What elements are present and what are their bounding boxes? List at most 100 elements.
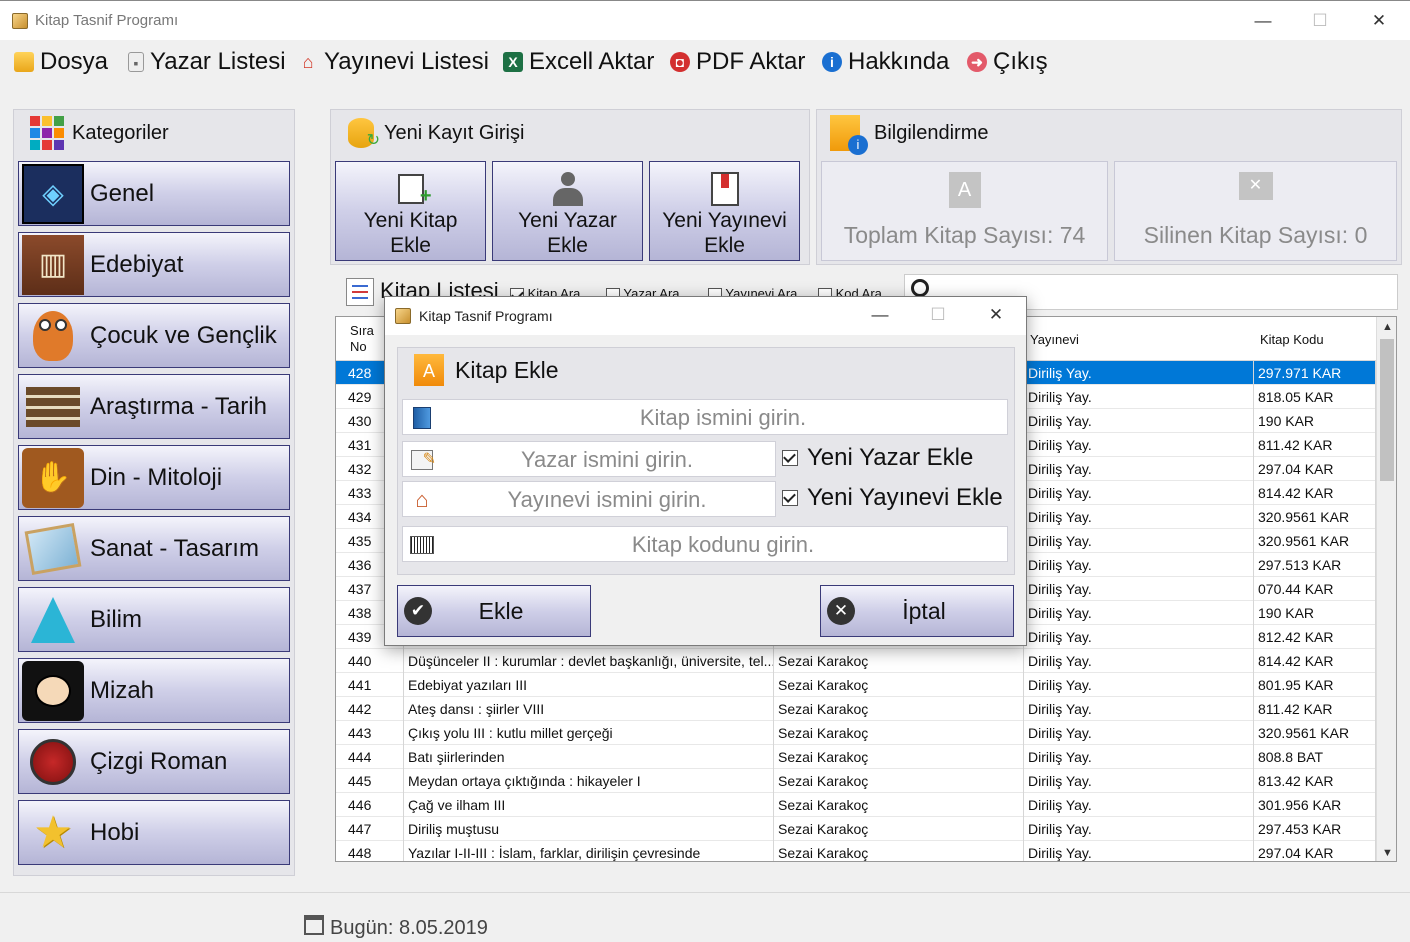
cell-kitap-kodu: 190 KAR [1254,601,1376,625]
checkbox-label: Yeni Yayınevi Ekle [807,484,1003,511]
menu-yayinevi-listesi[interactable]: ⌂ Yayınevi Listesi [298,46,489,78]
menu-excel-aktar[interactable]: X Excell Aktar [503,46,654,78]
menu-cikis[interactable]: ➜ Çıkış [967,46,1048,78]
new-publisher-button[interactable]: Yeni Yayınevi Ekle [649,161,800,261]
category-arastirma-tarih[interactable]: Araştırma - Tarih [18,374,290,439]
categories-header: Kategoriler [30,115,169,151]
cell-yayinevi: Diriliş Yay. [1024,577,1254,601]
menu-yazar-listesi[interactable]: ▪ Yazar Listesi [128,46,286,78]
column-label: No [350,339,367,354]
publisher-name-input[interactable]: ⌂ Yayınevi ismini girin. [402,481,776,517]
column-kitap-kodu[interactable]: Kitap Kodu [1254,317,1376,361]
category-edebiyat[interactable]: ▥ Edebiyat [18,232,290,297]
menu-label: Excell Aktar [529,48,655,75]
dialog-title: Kitap Tasnif Programı [419,308,553,324]
category-cizgi-roman[interactable]: Çizgi Roman [18,729,290,794]
exit-icon: ➜ [967,52,987,72]
cell-no: 440 [344,649,404,673]
column-yayinevi[interactable]: Yayınevi [1024,317,1254,361]
dialog-app-icon [395,308,411,324]
book-name-input[interactable]: Kitap ismini girin. [402,399,1008,435]
paint-palette-icon [22,519,84,579]
category-din-mitoloji[interactable]: ✋ Din - Mitoloji [18,445,290,510]
scroll-down-icon[interactable]: ▼ [1382,847,1393,859]
scroll-up-icon[interactable]: ▲ [1382,321,1393,333]
cell-kitap: Diriliş muştusu [404,817,774,841]
category-label: Hobi [90,818,140,846]
dialog-maximize-button[interactable]: ☐ [915,301,961,329]
letter-a-orange-icon: A [414,354,444,386]
dialog-form-panel: A Kitap Ekle Kitap ismini girin. ✎ Yazar… [397,347,1015,575]
praying-hands-icon: ✋ [22,447,84,508]
cancel-button[interactable]: ✕ İptal [820,585,1014,637]
new-author-checkbox[interactable]: Yeni Yazar Ekle [782,444,973,472]
new-author-button[interactable]: Yeni Yazar Ekle [492,161,643,261]
letter-a-icon: A [822,172,1107,208]
total-books-label: Toplam Kitap Sayısı: 74 [843,222,1086,248]
new-publisher-checkbox[interactable]: Yeni Yayınevi Ekle [782,484,1003,512]
table-row[interactable]: 447 Diriliş muştusu Sezai Karakoç Diriliş Y… [336,817,1376,841]
cell-kitap-kodu: 814.42 KAR [1254,481,1376,505]
category-cocuk-ve-genclik[interactable]: Çocuk ve Gençlik [18,303,290,368]
checkbox[interactable] [782,450,798,466]
author-name-input[interactable]: ✎ Yazar ismini girin. [402,441,776,477]
menu-label: Yayınevi Listesi [324,48,489,75]
maximize-button[interactable]: ☐ [1297,7,1343,35]
menu-label: Dosya [40,48,109,75]
cell-yazar: Sezai Karakoç [774,697,1024,721]
database-refresh-icon: ↻ [348,118,380,149]
book-code-input[interactable]: Kitap kodunu girin. [402,526,1008,562]
category-sanat-tasarim[interactable]: Sanat - Tasarım [18,516,290,581]
author-name-placeholder: Yazar ismini girin. [521,447,693,472]
table-row[interactable]: 445 Meydan ortaya çıktığında : hikayeler … [336,769,1376,793]
category-bilim[interactable]: Bilim [18,587,290,652]
add-document-icon: + [336,170,485,208]
category-genel[interactable]: ◈ Genel [18,161,290,226]
add-button[interactable]: ✔ Ekle [397,585,591,637]
table-row[interactable]: 448 Yazılar I-II-III : İslam, farklar, di… [336,841,1376,861]
table-row[interactable]: 446 Çağ ve ilham III Sezai Karakoç Diriliş … [336,793,1376,817]
grid-scrollbar[interactable]: ▲ ▼ [1376,317,1396,861]
cell-kitap-kodu: 297.971 KAR [1254,361,1376,385]
new-record-title: Yeni Kayıt Girişi [384,121,525,144]
new-book-button[interactable]: + Yeni Kitap Ekle [335,161,486,261]
category-hobi[interactable]: ★ Hobi [18,800,290,865]
category-label: Mizah [90,676,155,704]
cell-kitap-kodu: 297.04 KAR [1254,457,1376,481]
cell-yayinevi: Diriliş Yay. [1024,721,1254,745]
table-row[interactable]: 442 Ateş dansı : şiirler VIII Sezai Karako… [336,697,1376,721]
menu-dosya[interactable]: Dosya [14,46,108,78]
dialog-close-button[interactable]: ✕ [973,301,1019,329]
cell-kitap-kodu: 813.42 KAR [1254,769,1376,793]
table-row[interactable]: 443 Çıkış yolu III : kutlu millet gerçeği… [336,721,1376,745]
menu-pdf-aktar[interactable]: ◘ PDF Aktar [670,46,805,78]
cell-yayinevi: Diriliş Yay. [1024,433,1254,457]
spiderman-camera-icon [22,732,84,792]
column-label: Sıra [350,323,374,338]
cell-yayinevi: Diriliş Yay. [1024,457,1254,481]
scroll-thumb[interactable] [1380,339,1394,481]
book-icon [409,406,435,430]
dialog-minimize-button[interactable]: — [857,301,903,329]
star-folder-icon: ★ [33,808,73,857]
minimize-button[interactable]: — [1240,7,1286,35]
table-row[interactable]: 444 Batı şiirlerinden Sezai Karakoç Diriliş… [336,745,1376,769]
close-button[interactable]: ✕ [1356,7,1402,35]
table-row[interactable]: 441 Edebiyat yazıları III Sezai Karakoç Dir… [336,673,1376,697]
checkbox[interactable] [782,490,798,506]
list-icon [346,278,374,306]
cell-kitap: Yazılar I-II-III : İslam, farklar, diril… [404,841,774,861]
title-bar: Kitap Tasnif Programı — ☐ ✕ [0,0,1410,40]
cell-yayinevi: Diriliş Yay. [1024,649,1254,673]
pedestrian-sign-icon: ◈ [22,163,84,224]
book-stack-icon [22,377,84,437]
cell-yazar: Sezai Karakoç [774,721,1024,745]
cell-no: 444 [344,745,404,769]
deleted-books-label: Silinen Kitap Sayısı: 0 [1143,222,1368,248]
cell-no: 443 [344,721,404,745]
button-label-line1: Yeni Yayınevi [662,209,787,232]
menu-hakkinda[interactable]: i Hakkında [822,46,949,78]
category-mizah[interactable]: Mizah [18,658,290,723]
cell-kitap: Düşünceler II : kurumlar : devlet başkan… [404,649,774,673]
table-row[interactable]: 440 Düşünceler II : kurumlar : devlet baş… [336,649,1376,673]
